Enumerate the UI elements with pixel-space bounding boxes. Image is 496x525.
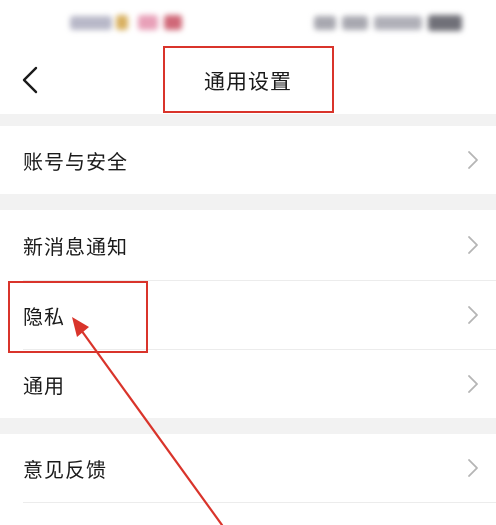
- chevron-right-icon: [468, 459, 478, 477]
- row-label: 新消息通知: [23, 234, 128, 259]
- settings-row-privacy[interactable]: 隐私: [0, 281, 496, 349]
- status-bar: [0, 0, 496, 48]
- settings-row-feedback[interactable]: 意见反馈: [0, 434, 496, 502]
- status-notification-icon: [164, 15, 182, 30]
- row-label: 隐私: [23, 304, 65, 329]
- settings-screen: 通用设置 账号与安全 新消息通知 隐私 通用 意见反馈: [0, 0, 496, 525]
- row-label: 账号与安全: [23, 149, 128, 174]
- status-signal-icon: [314, 16, 336, 30]
- chevron-right-icon: [468, 236, 478, 254]
- settings-row-next[interactable]: [0, 503, 496, 525]
- status-notification-icon: [116, 15, 128, 30]
- section-separator: [0, 194, 496, 210]
- chevron-right-icon: [468, 151, 478, 169]
- status-battery-icon: [428, 15, 462, 31]
- chevron-right-icon: [468, 375, 478, 393]
- status-notification-icon: [138, 15, 158, 30]
- chevron-left-icon: [22, 66, 38, 94]
- section-separator: [0, 418, 496, 434]
- row-label: 意见反馈: [23, 457, 107, 482]
- section-separator: [0, 114, 496, 126]
- chevron-right-icon: [468, 306, 478, 324]
- page-title: 通用设置: [204, 70, 292, 94]
- status-time-blurred: [70, 16, 112, 30]
- nav-header: 通用设置: [0, 48, 496, 114]
- back-button[interactable]: [10, 60, 50, 100]
- settings-row-general[interactable]: 通用: [0, 350, 496, 418]
- row-label: 通用: [23, 373, 65, 398]
- settings-row-account-security[interactable]: 账号与安全: [0, 126, 496, 194]
- status-network-icon: [374, 16, 422, 30]
- settings-row-new-message-notification[interactable]: 新消息通知: [0, 210, 496, 280]
- status-wifi-icon: [342, 16, 368, 30]
